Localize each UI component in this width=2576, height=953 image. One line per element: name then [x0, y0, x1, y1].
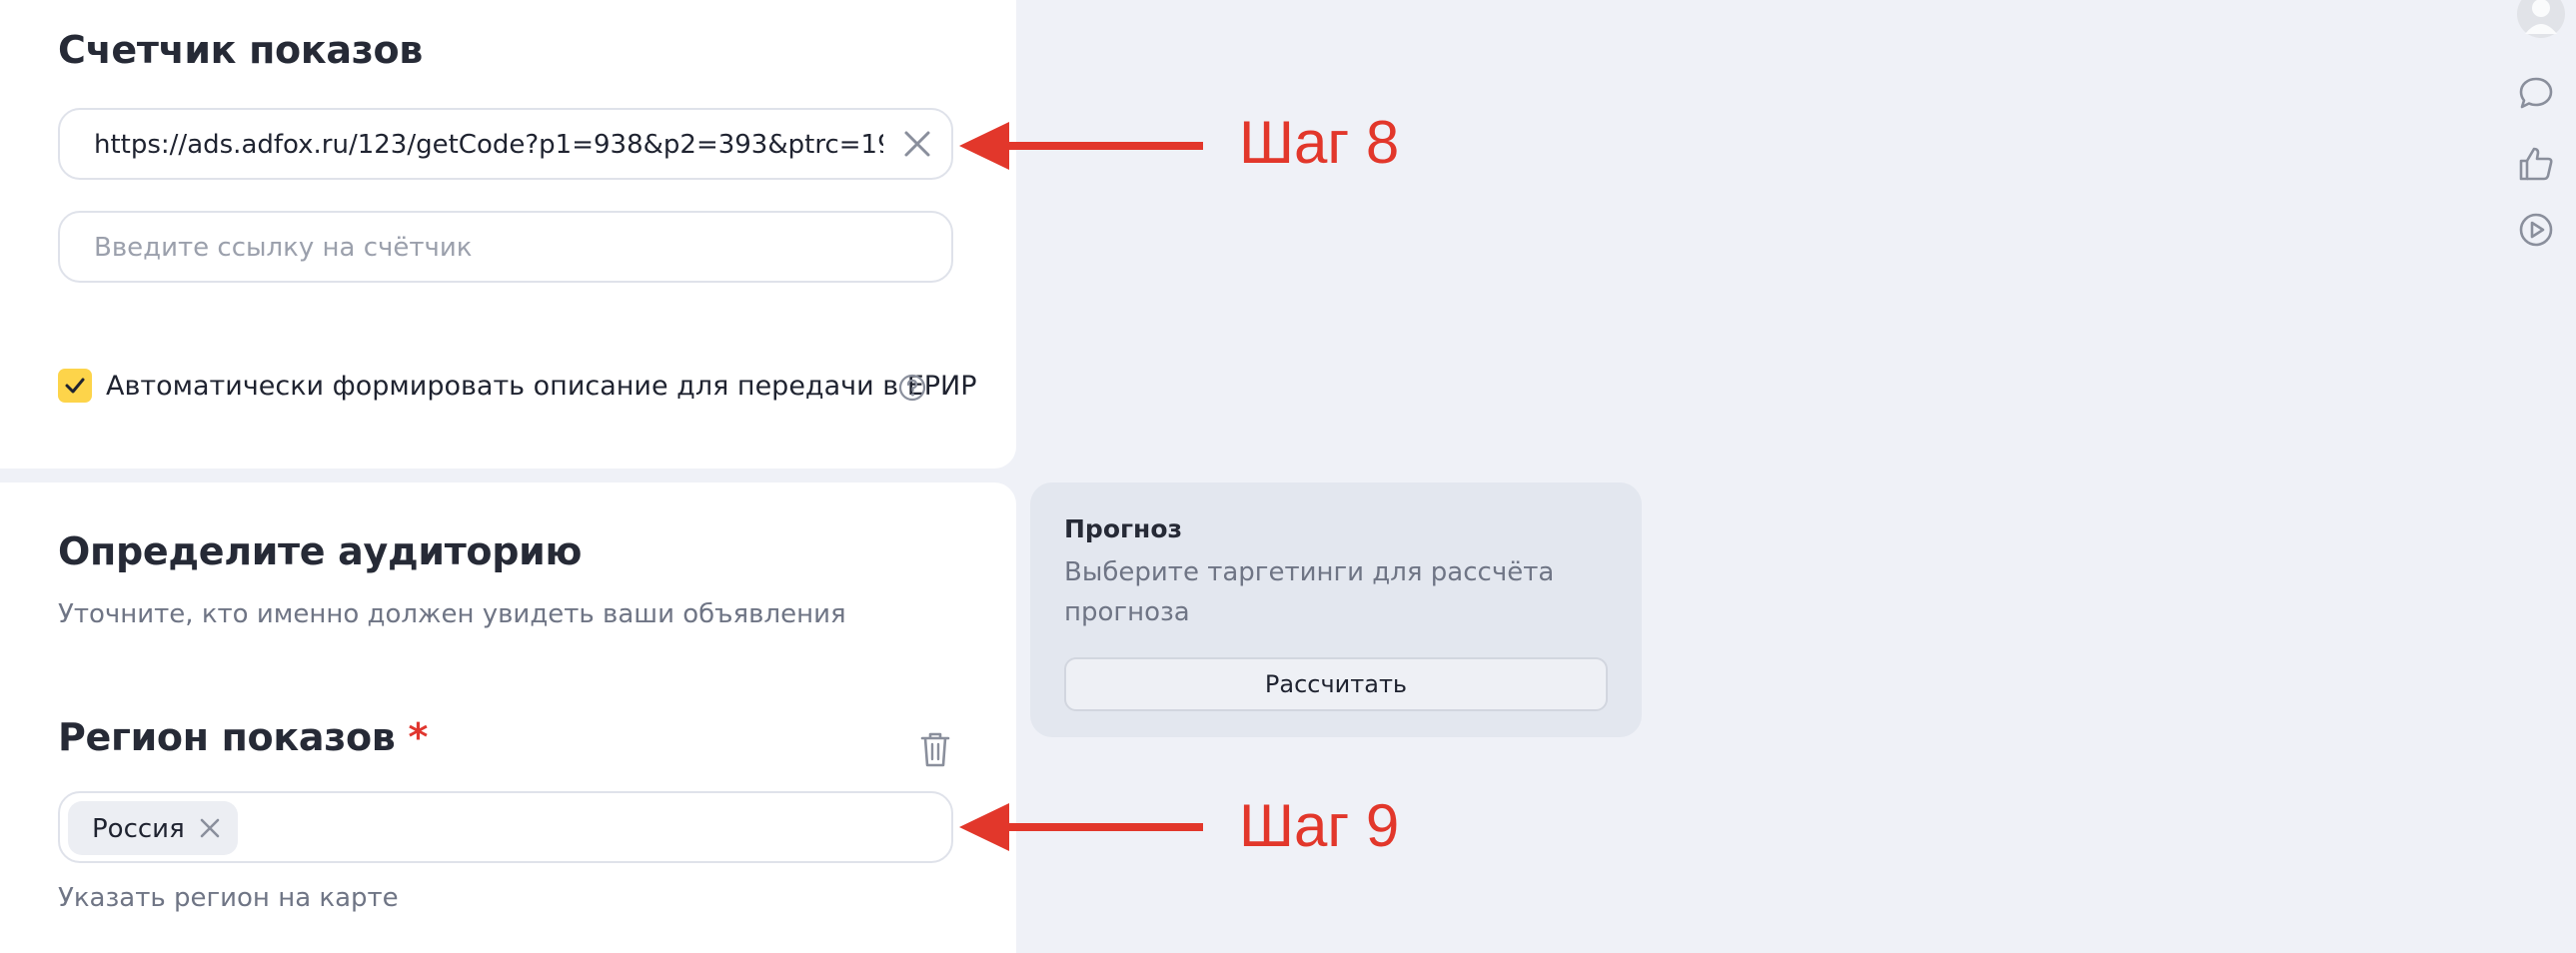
annotation-step9: Шаг 9 [1239, 792, 1400, 859]
comment-icon[interactable] [2516, 74, 2556, 118]
erir-checkbox[interactable] [58, 369, 92, 403]
region-input[interactable]: Россия [58, 791, 953, 863]
forecast-title: Прогноз [1064, 514, 1183, 543]
annotation-step8: Шаг 8 [1239, 109, 1400, 176]
map-region-link[interactable]: Указать регион на карте [58, 883, 399, 913]
avatar-icon[interactable] [2516, 0, 2566, 46]
region-title: Регион показов * [58, 715, 428, 759]
required-mark: * [408, 715, 429, 759]
clear-icon[interactable] [901, 128, 933, 160]
erir-checkbox-label[interactable]: Автоматически формировать описание для п… [106, 371, 977, 402]
audience-section-subtitle: Уточните, кто именно должен увидеть ваши… [58, 599, 846, 629]
help-icon[interactable] [897, 373, 927, 403]
check-icon [65, 378, 85, 394]
audience-section-title: Определите аудиторию [58, 529, 583, 573]
region-title-text: Регион показов [58, 715, 396, 759]
counter-url-placeholder[interactable]: Введите ссылку на счётчик [94, 233, 913, 263]
counter-url-value[interactable]: https://ads.adfox.ru/123/getCode?p1=938&… [94, 130, 883, 160]
counter-section-title: Счетчик показов [58, 28, 424, 72]
thumbs-up-icon[interactable] [2516, 144, 2556, 188]
region-chip[interactable]: Россия [68, 801, 238, 855]
counter-url-input[interactable]: https://ads.adfox.ru/123/getCode?p1=938&… [58, 108, 953, 180]
calculate-button[interactable]: Рассчитать [1064, 657, 1608, 711]
close-icon[interactable] [198, 816, 222, 840]
forecast-text: Выберите таргетинги для рассчёта прогноз… [1064, 557, 1555, 627]
forecast-card: Прогноз Выберите таргетинги для рассчёта… [1030, 482, 1642, 737]
annotation-arrow-step9 [959, 803, 1203, 851]
region-chip-label: Россия [92, 814, 185, 844]
trash-icon[interactable] [917, 729, 953, 769]
counter-section: Счетчик показов https://ads.adfox.ru/123… [0, 0, 1016, 469]
play-icon[interactable] [2516, 210, 2556, 254]
counter-url-input-empty[interactable]: Введите ссылку на счётчик [58, 211, 953, 283]
annotation-arrow-step8 [959, 122, 1203, 170]
